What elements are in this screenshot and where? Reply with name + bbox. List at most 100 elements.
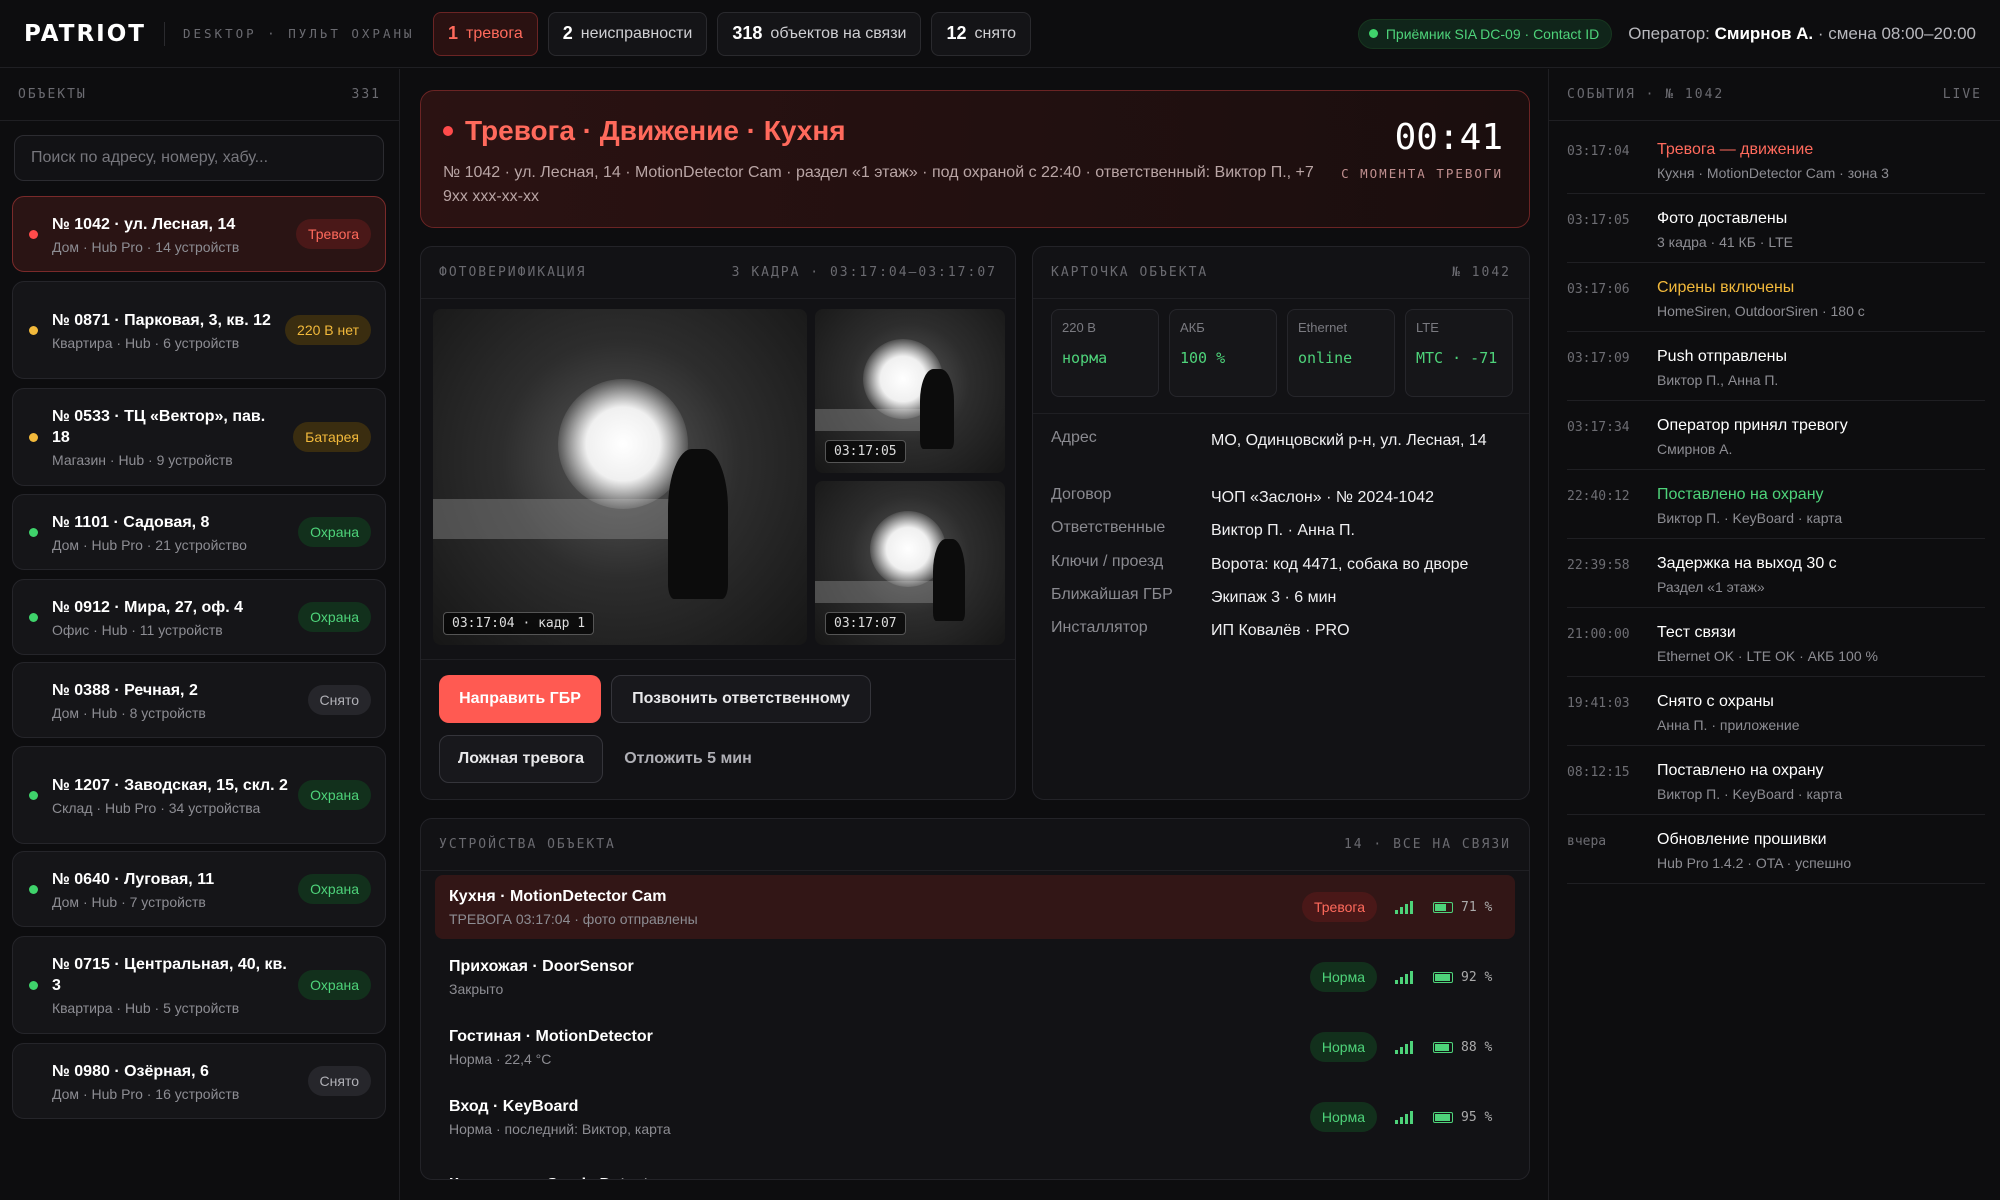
object-list-item[interactable]: № 0980 · Озёрная, 6 Дом · Hub Pro · 16 ус… (12, 1043, 386, 1119)
event-body: Push отправлены Виктор П., Анна П. (1657, 348, 1787, 388)
object-subtitle: Склад · Hub Pro · 34 устройства (52, 799, 261, 816)
tile-battery: АКБ 100 % (1169, 309, 1277, 397)
object-title: № 0871 · Парковая, 3, кв. 12 (52, 311, 271, 329)
photo-frame-2[interactable]: 03:17:05 (815, 309, 1005, 473)
event-body: Поставлено на охрану Виктор П. · KeyBoard… (1657, 762, 1842, 802)
object-subtitle: Дом · Hub Pro · 21 устройство (52, 536, 247, 553)
event-subtitle: Кухня · MotionDetector Cam · зона 3 (1657, 165, 1889, 181)
field-value: МО, Одинцовский р-н, ул. Лесная, 14 (1211, 432, 1487, 449)
event-time: 03:17:34 (1567, 420, 1630, 435)
device-row[interactable]: Вход · KeyBoard Норма · последний: Виктор… (435, 1085, 1515, 1149)
field-value: ИП Ковалёв · PRO (1211, 622, 1350, 639)
event-item[interactable]: вчера Обновление прошивки Hub Pro 1.4.2 · … (1567, 831, 1985, 884)
event-subtitle: Ethernet OK · LTE OK · АКБ 100 % (1657, 648, 1878, 664)
event-item[interactable]: 03:17:04 Тревога — движение Кухня · Motion… (1567, 141, 1985, 194)
tile-label: АКБ (1180, 320, 1205, 335)
battery-percent: 71 % (1461, 899, 1493, 915)
object-title: № 0388 · Речная, 2 (52, 681, 198, 699)
object-title: № 0533 · ТЦ «Вектор», пав. 18 (52, 408, 266, 446)
photo-frame-main[interactable]: 03:17:04 · кадр 1 (433, 309, 807, 645)
search-input[interactable] (14, 135, 384, 181)
object-status-badge: Охрана (298, 780, 371, 810)
devices-title: УСТРОЙСТВА ОБЪЕКТА (439, 837, 616, 852)
stat-alarms[interactable]: 1 тревога (432, 11, 538, 56)
object-status-badge: Охрана (298, 517, 371, 547)
field-label: Адрес (1051, 429, 1097, 446)
device-name: Гостиная · MotionDetector (449, 1027, 653, 1045)
signal-bar (1410, 1041, 1413, 1054)
call-responsible-button[interactable]: Позвонить ответственному (611, 675, 871, 723)
object-status-badge: Охрана (298, 874, 371, 904)
object-text: № 0640 · Луговая, 11 Дом · Hub · 7 устрой… (52, 869, 288, 910)
event-subtitle: 3 кадра · 41 КБ · LTE (1657, 234, 1793, 250)
object-subtitle: Квартира · Hub · 5 устройств (52, 1000, 240, 1016)
event-time: 22:39:58 (1567, 558, 1630, 573)
event-title: Push отправлены (1657, 348, 1787, 365)
false-alarm-button[interactable]: Ложная тревога (439, 735, 603, 783)
device-status-badge: Норма (1309, 1032, 1377, 1062)
tile-label: LTE (1416, 320, 1439, 335)
event-time: 19:41:03 (1567, 696, 1630, 711)
event-body: Тревога — движение Кухня · MotionDetector… (1657, 141, 1889, 181)
event-item[interactable]: 21:00:00 Тест связи Ethernet OK · LTE OK ·… (1567, 624, 1985, 677)
stat-disarmed[interactable]: 12 снято (931, 11, 1032, 56)
event-subtitle: HomeSiren, OutdoorSiren · 180 с (1657, 303, 1865, 319)
object-list-item[interactable]: № 1101 · Садовая, 8 Дом · Hub Pro · 21 ус… (12, 494, 386, 570)
device-state: Норма · последний: Виктор, карта (449, 1120, 671, 1137)
object-list-item[interactable]: № 1042 · ул. Лесная, 14 Дом · Hub Pro · 1… (12, 196, 386, 272)
frame-timestamp: 03:17:05 (825, 440, 906, 463)
device-row[interactable]: Гостиная · MotionDetector Норма · 22,4 °C… (435, 1015, 1515, 1079)
top-bar: PATRIOT DESKTOP · ПУЛЬТ ОХРАНЫ 1 тревога … (0, 0, 2000, 68)
object-list-item[interactable]: № 0388 · Речная, 2 Дом · Hub · 8 устройст… (12, 662, 386, 738)
photo-frame-3[interactable]: 03:17:07 (815, 481, 1005, 645)
signal-bar (1405, 904, 1408, 914)
object-list-item[interactable]: № 0912 · Мира, 27, оф. 4 Офис · Hub · 11 … (12, 579, 386, 655)
object-list-item[interactable]: № 0871 · Парковая, 3, кв. 12 Квартира · H… (12, 281, 386, 379)
event-item[interactable]: 03:17:34 Оператор принял тревогу Смирнов А… (1567, 417, 1985, 470)
event-item[interactable]: 08:12:15 Поставлено на охрану Виктор П. · … (1567, 762, 1985, 815)
status-dot-icon (29, 612, 38, 622)
event-body: Поставлено на охрану Виктор П. · KeyBoard… (1657, 486, 1842, 526)
devices-meta: 14 · ВСЕ НА СВЯЗИ (1343, 837, 1511, 852)
event-item[interactable]: 22:40:12 Поставлено на охрану Виктор П. · … (1567, 486, 1985, 539)
event-subtitle: Смирнов А. (1657, 441, 1733, 457)
event-item[interactable]: 03:17:05 Фото доставлены 3 кадра · 41 КБ ·… (1567, 210, 1985, 263)
object-list-item[interactable]: № 0640 · Луговая, 11 Дом · Hub · 7 устрой… (12, 851, 386, 927)
dispatch-gbr-button[interactable]: Направить ГБР (439, 675, 601, 723)
signal-bar (1410, 901, 1413, 914)
field-responsible: Ответственные Виктор П. · Анна П. (1051, 519, 1511, 542)
event-item[interactable]: 03:17:09 Push отправлены Виктор П., Анна П… (1567, 348, 1985, 401)
device-row[interactable]: Прихожая · DoorSensor Закрыто Норма 92 % (435, 945, 1515, 1009)
object-list-item[interactable]: № 0533 · ТЦ «Вектор», пав. 18 Магазин · H… (12, 388, 386, 486)
divider (1033, 413, 1529, 414)
event-time: 03:17:06 (1567, 282, 1630, 297)
devices-panel: УСТРОЙСТВА ОБЪЕКТА 14 · ВСЕ НА СВЯЗИ Кух… (420, 818, 1530, 1180)
field-keys: Ключи / проезд Ворота: код 4471, собака в… (1051, 553, 1511, 576)
event-item[interactable]: 19:41:03 Снято с охраны Анна П. · приложен… (1567, 693, 1985, 746)
device-row[interactable]: Кухня · MotionDetector Cam ТРЕВОГА 03:17:… (435, 875, 1515, 939)
event-title: Обновление прошивки (1657, 831, 1827, 848)
operator-name: Смирнов А. (1714, 23, 1814, 43)
stat-count: 2 (562, 23, 573, 43)
event-item[interactable]: 22:39:58 Задержка на выход 30 с Раздел «1 … (1567, 555, 1985, 608)
stat-online[interactable]: 318 объектов на связи (717, 11, 922, 56)
status-dot-icon (29, 527, 38, 537)
device-state: Закрыто (449, 980, 504, 997)
app-window: PATRIOT DESKTOP · ПУЛЬТ ОХРАНЫ 1 тревога … (0, 0, 2000, 1200)
object-list-item[interactable]: № 0715 · Центральная, 40, кв. 3 Квартира … (12, 936, 386, 1034)
object-subtitle: Магазин · Hub · 9 устройств (52, 452, 233, 468)
signal-bar (1395, 1050, 1398, 1054)
signal-icon (1395, 900, 1413, 914)
snooze-button[interactable]: Отложить 5 мин (613, 735, 763, 783)
event-item[interactable]: 03:17:06 Сирены включены HomeSiren, Outdoo… (1567, 279, 1985, 332)
objects-header: ОБЪЕКТЫ 331 (0, 69, 399, 121)
object-status-badge: Снято (307, 1066, 371, 1096)
event-title: Поставлено на охрану (1657, 486, 1824, 503)
device-status-badge: Тревога (1302, 892, 1377, 922)
battery-icon (1433, 901, 1453, 913)
object-text: № 0715 · Центральная, 40, кв. 3 Квартира … (52, 954, 288, 1016)
battery-icon (1433, 1041, 1453, 1053)
object-list-item[interactable]: № 1207 · Заводская, 15, скл. 2 Склад · Hu… (12, 746, 386, 844)
stat-faults[interactable]: 2 неисправности (547, 11, 708, 56)
device-row[interactable]: Котельная · SmokeDetector (435, 1155, 1515, 1180)
